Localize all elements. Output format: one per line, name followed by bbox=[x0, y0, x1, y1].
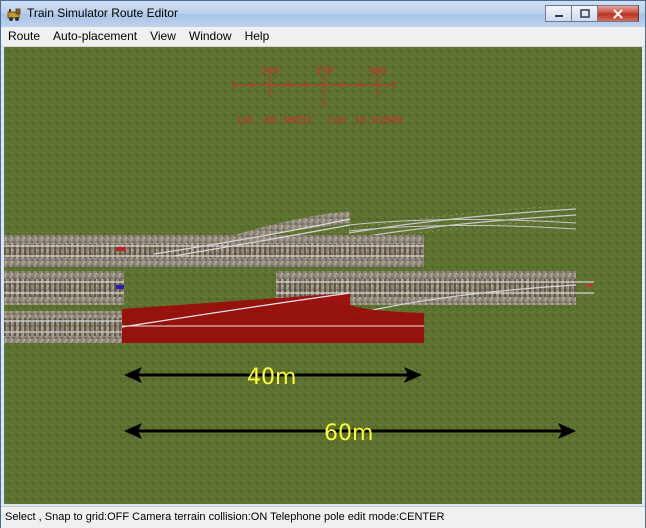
track-row-2-left bbox=[4, 271, 124, 305]
app-window: Train Simulator Route Editor Route Auto-… bbox=[0, 0, 646, 528]
latitude-label: Lat bbox=[237, 115, 255, 126]
title-bar[interactable]: Train Simulator Route Editor bbox=[1, 1, 645, 27]
window-controls bbox=[545, 5, 639, 23]
compass-tick-300: 300 bbox=[368, 66, 386, 77]
minimize-button[interactable] bbox=[545, 5, 571, 22]
compass-tick-270: 270 bbox=[315, 66, 333, 77]
measurement-label-60m: 60m bbox=[324, 421, 373, 446]
menu-help[interactable]: Help bbox=[238, 27, 276, 46]
longitude-value: 10.62049 bbox=[354, 115, 402, 126]
compass-tick-240: 240 bbox=[261, 66, 279, 77]
latitude-value: 40.36832 bbox=[264, 115, 312, 126]
close-icon bbox=[613, 8, 623, 19]
menu-route[interactable]: Route bbox=[1, 27, 46, 46]
menu-auto-placement[interactable]: Auto-placement bbox=[46, 27, 143, 46]
menu-window[interactable]: Window bbox=[182, 27, 238, 46]
status-bar: Select , Snap to grid:OFF Camera terrain… bbox=[1, 506, 645, 528]
maximize-icon bbox=[579, 9, 590, 18]
maximize-button[interactable] bbox=[571, 5, 597, 22]
route-scene[interactable]: 240 270 300 Lat 40.36832 Lon 10.62049 40… bbox=[4, 47, 642, 504]
minimize-icon bbox=[554, 14, 563, 17]
measurement-label-40m: 40m bbox=[247, 365, 296, 390]
status-text: Select , Snap to grid:OFF Camera terrain… bbox=[5, 511, 445, 523]
close-button[interactable] bbox=[597, 5, 639, 22]
menu-view[interactable]: View bbox=[143, 27, 182, 46]
longitude-label: Lon bbox=[328, 115, 346, 126]
window-title: Train Simulator Route Editor bbox=[27, 6, 178, 20]
track-row-3 bbox=[4, 311, 122, 343]
locomotive-icon bbox=[7, 8, 21, 21]
route-viewport[interactable]: 240 270 300 Lat 40.36832 Lon 10.62049 40… bbox=[4, 47, 642, 504]
menu-bar: Route Auto-placement View Window Help bbox=[1, 27, 645, 47]
